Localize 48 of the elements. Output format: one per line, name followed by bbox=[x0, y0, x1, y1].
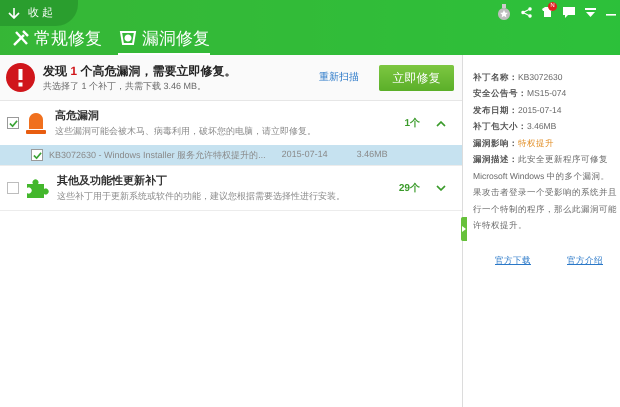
share-icon[interactable] bbox=[521, 6, 532, 18]
chat-icon[interactable] bbox=[563, 6, 575, 18]
checkbox[interactable] bbox=[7, 182, 19, 194]
fix-now-button[interactable]: 立即修复 bbox=[379, 64, 454, 90]
patch-date: 2015-07-14 bbox=[282, 148, 329, 162]
group-description: 这些补丁用于更新系统或软件的功能，建议您根据需要选择性进行安装。 bbox=[57, 190, 346, 202]
alarm-light-icon bbox=[25, 111, 47, 135]
detail-value: 3.46MB bbox=[527, 120, 556, 134]
down-arrow-icon bbox=[8, 7, 20, 19]
detail-label: 补丁包大小： bbox=[473, 120, 527, 134]
detail-label: 发布日期： bbox=[473, 104, 518, 117]
patch-size: 3.46MB bbox=[356, 148, 388, 162]
description-text: 许特权提升。 bbox=[473, 219, 528, 232]
group-description: 这些漏洞可能会被木马、病毒利用，破坏您的电脑，请立即修复。 bbox=[55, 124, 317, 138]
description-text: 行一个特制的程序，那么此漏洞可能 bbox=[473, 202, 618, 216]
detail-label: 安全公告号： bbox=[473, 87, 527, 100]
tools-icon bbox=[12, 29, 30, 48]
collapse-button[interactable]: 收 起 bbox=[0, 0, 78, 26]
dropdown-menu-icon[interactable] bbox=[585, 8, 596, 16]
checkbox[interactable] bbox=[31, 149, 43, 161]
group-title: 其他及功能性更新补丁 bbox=[57, 174, 168, 189]
tab[interactable]: 常规修复 bbox=[12, 26, 102, 55]
description-text: Microsoft Windows 中的多个漏洞。 bbox=[473, 170, 611, 183]
group-title: 高危漏洞 bbox=[55, 108, 100, 124]
warning-icon bbox=[6, 63, 35, 92]
panel-toggle-handle[interactable] bbox=[461, 217, 467, 241]
detail-value: KB3072630 bbox=[518, 70, 562, 84]
detail-value: 特权提升 bbox=[518, 136, 554, 150]
detail-label: 补丁名称： bbox=[473, 70, 518, 84]
description-text: 果攻击者登录一个受影响的系统并且 bbox=[473, 186, 618, 200]
expand-chevron-icon[interactable] bbox=[436, 184, 446, 192]
alert-title: 发现 1 个高危漏洞，需要立即修复。 bbox=[43, 62, 238, 80]
rescan-link[interactable]: 重新扫描 bbox=[319, 70, 359, 85]
patch-name: KB3072630 - Windows Installer 服务允许特权提升的... bbox=[49, 149, 266, 161]
detail-link[interactable]: 官方介绍 bbox=[567, 254, 603, 267]
medal-icon[interactable] bbox=[497, 4, 511, 20]
detail-label: 漏洞描述： bbox=[473, 153, 518, 166]
alert-subtitle: 共选择了 1 个补丁，共需下载 3.46 MB。 bbox=[43, 80, 208, 93]
detail-value: MS15-074 bbox=[527, 87, 566, 100]
detail-value: 2015-07-14 bbox=[518, 104, 562, 117]
patch-row[interactable]: KB3072630 - Windows Installer 服务允许特权提升的... 2015-07-14 3.46MB bbox=[0, 145, 462, 165]
detail-link[interactable]: 官方下载 bbox=[495, 254, 531, 267]
collapse-chevron-icon[interactable] bbox=[436, 120, 446, 126]
count-label: 1个 bbox=[404, 116, 420, 130]
description-text: 此安全更新程序可修复 bbox=[518, 153, 608, 166]
detail-label: 漏洞影响： bbox=[473, 136, 518, 150]
count-label: 29个 bbox=[398, 182, 420, 196]
checkbox[interactable] bbox=[7, 117, 19, 129]
